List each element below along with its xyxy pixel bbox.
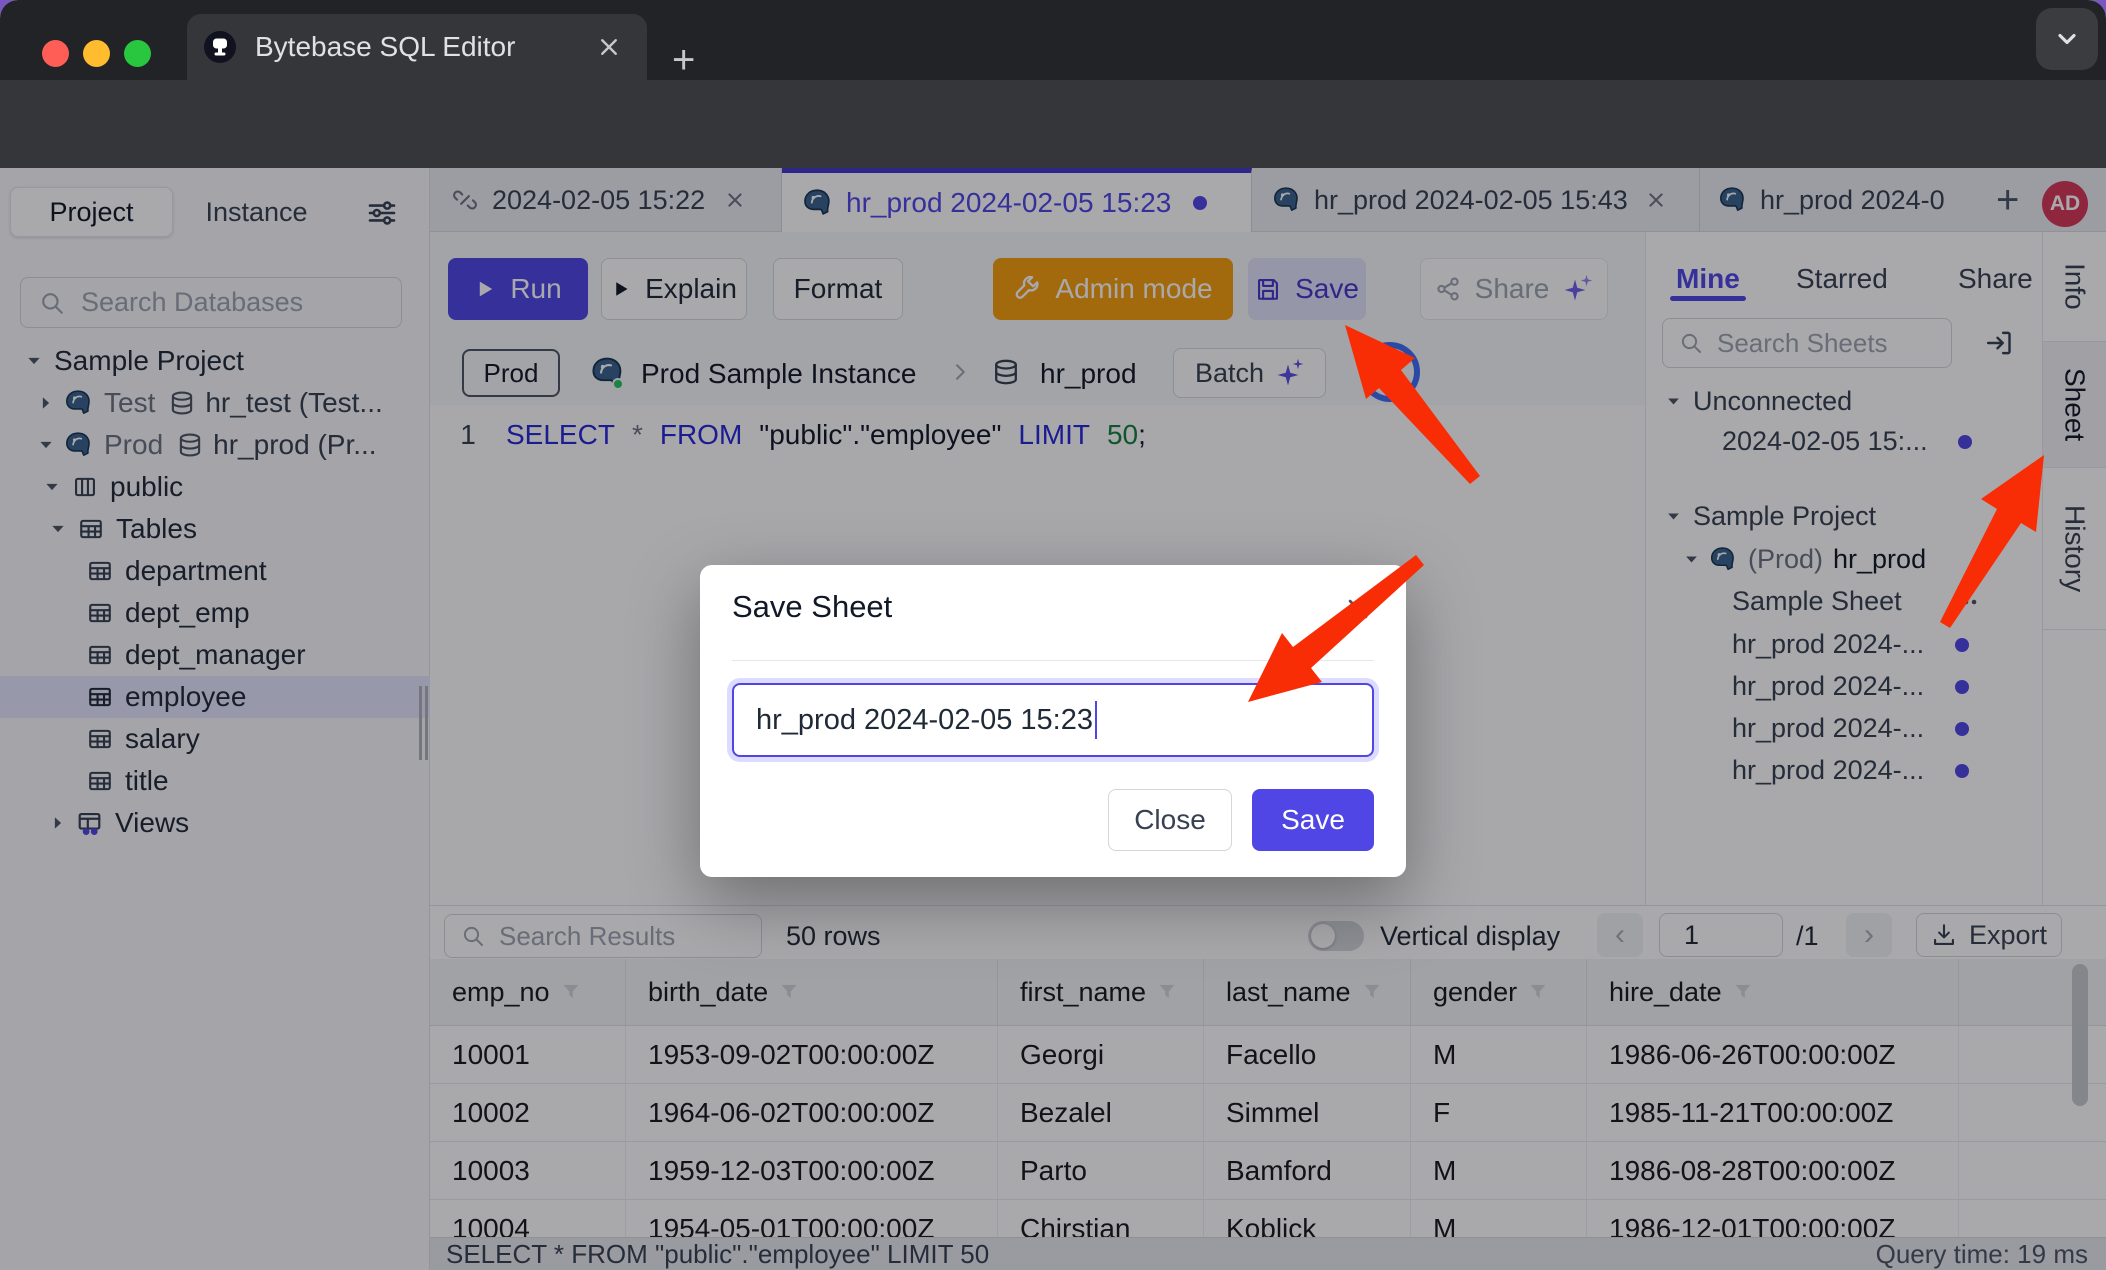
close-tab-icon[interactable]	[597, 35, 621, 59]
tab-search-button[interactable]	[2036, 8, 2098, 70]
close-icon[interactable]	[1344, 595, 1372, 623]
dialog-title: Save Sheet	[732, 589, 892, 625]
browser-tab-strip: Bytebase SQL Editor +	[0, 0, 2106, 80]
maximize-window-button[interactable]	[124, 40, 151, 67]
close-window-button[interactable]	[42, 40, 69, 67]
save-sheet-dialog: Save Sheet hr_prod 2024-02-05 15:23 Clos…	[700, 565, 1406, 877]
save-confirm-button[interactable]: Save	[1252, 789, 1374, 851]
sheet-name-input[interactable]: hr_prod 2024-02-05 15:23	[732, 683, 1374, 757]
dialog-divider	[732, 660, 1374, 661]
browser-tab-title: Bytebase SQL Editor	[255, 31, 597, 63]
chevron-down-icon	[2053, 25, 2081, 53]
browser-window: Bytebase SQL Editor + localhost:8080/sql…	[0, 0, 2106, 1270]
screenshot-stage: Bytebase SQL Editor + localhost:8080/sql…	[0, 0, 2106, 1270]
minimize-window-button[interactable]	[83, 40, 110, 67]
browser-toolbar: localhost:8080/sql-editor/prod-sample-in…	[0, 80, 2106, 168]
bytebase-favicon	[203, 30, 237, 64]
browser-tab[interactable]: Bytebase SQL Editor	[187, 14, 647, 80]
text-cursor	[1095, 701, 1097, 739]
new-browser-tab-button[interactable]: +	[672, 38, 695, 83]
close-button[interactable]: Close	[1108, 789, 1232, 851]
